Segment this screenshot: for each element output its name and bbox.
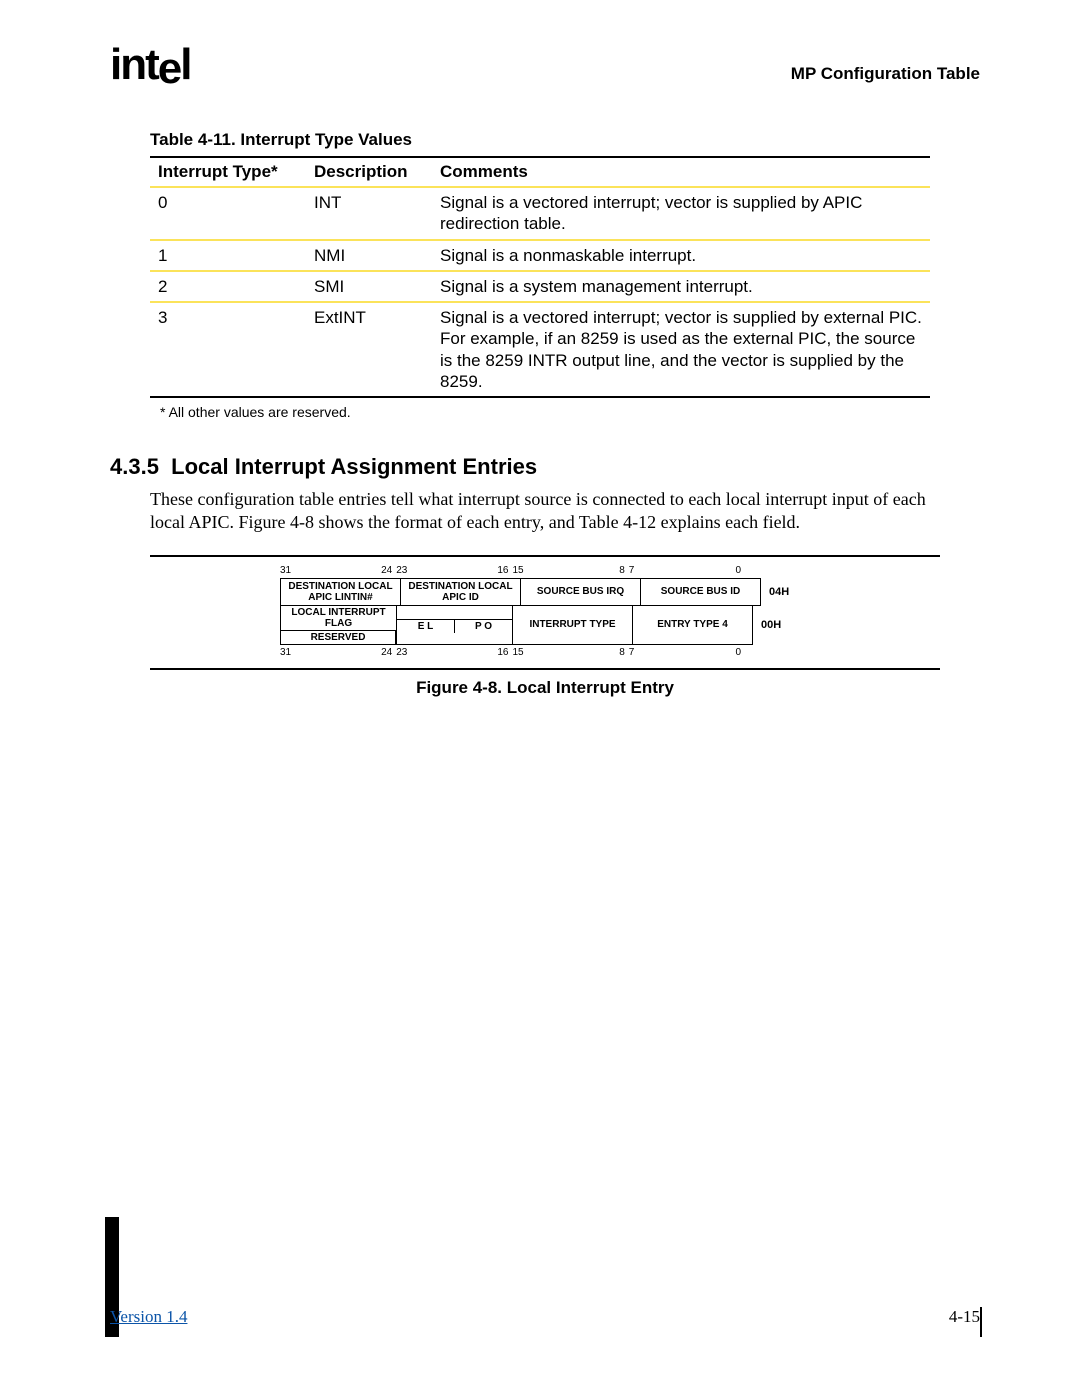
table-header: Comments bbox=[432, 157, 930, 187]
page-number: 4-15 bbox=[949, 1307, 980, 1327]
bit-ruler-bottom: 31 24 23 16 15 8 7 0 bbox=[280, 647, 741, 658]
figure-4-8: 31 24 23 16 15 8 7 0 DESTINATION LOCAL A… bbox=[150, 555, 940, 698]
section-body: These configuration table entries tell w… bbox=[150, 488, 950, 535]
intel-logo: intel bbox=[110, 40, 190, 90]
table-caption: Table 4-11. Interrupt Type Values bbox=[150, 130, 980, 150]
bit-ruler-top: 31 24 23 16 15 8 7 0 bbox=[280, 565, 741, 576]
page-edge-mark bbox=[980, 1307, 982, 1337]
section-header: MP Configuration Table bbox=[791, 64, 980, 90]
section-heading: 4.3.5 Local Interrupt Assignment Entries bbox=[110, 454, 980, 480]
table-row: 2 SMI Signal is a system management inte… bbox=[150, 271, 930, 302]
table-header: Description bbox=[306, 157, 432, 187]
table-row: 0 INT Signal is a vectored interrupt; ve… bbox=[150, 187, 930, 240]
table-footnote: * All other values are reserved. bbox=[160, 404, 980, 420]
figure-row-04h: DESTINATION LOCAL APIC LINTIN# DESTINATI… bbox=[280, 578, 940, 606]
table-row: 3 ExtINT Signal is a vectored interrupt;… bbox=[150, 302, 930, 397]
version-link[interactable]: Version 1.4 bbox=[110, 1307, 187, 1327]
figure-caption: Figure 4-8. Local Interrupt Entry bbox=[150, 678, 940, 698]
table-row: 1 NMI Signal is a nonmaskable interrupt. bbox=[150, 240, 930, 271]
interrupt-type-table: Interrupt Type* Description Comments 0 I… bbox=[150, 156, 930, 398]
table-header: Interrupt Type* bbox=[150, 157, 306, 187]
figure-row-00h: LOCAL INTERRUPT FLAG RESERVED E L P O IN… bbox=[280, 606, 940, 645]
